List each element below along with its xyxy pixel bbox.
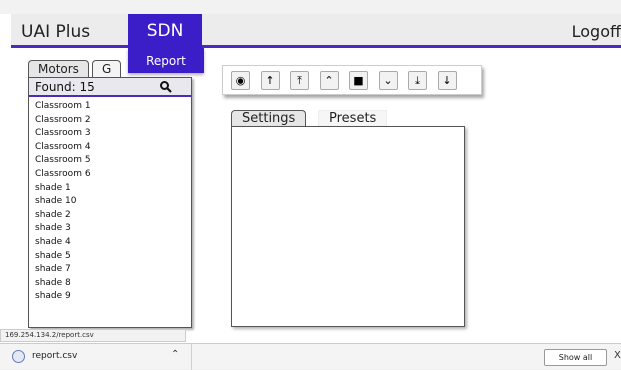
list-item[interactable]: Classroom 5 [35,154,91,168]
list-item[interactable]: shade 3 [35,222,91,236]
list-item[interactable]: Classroom 4 [35,141,91,155]
view-icon: ◉ [235,74,246,87]
stop-button[interactable]: ■ [349,71,368,90]
download-bar: report.csv ⌃ Show all X [0,343,621,370]
motor-items: Classroom 1 Classroom 2 Classroom 3 Classro… [35,100,91,304]
list-item[interactable]: Classroom 1 [35,100,91,114]
close-icon[interactable]: X [614,350,621,361]
arrow-up-top-icon: ⤒ [297,73,302,87]
list-item[interactable]: shade 10 [35,195,91,209]
browser-viewport: UAI Plus SDN Logoff Report Motors G Foun… [0,0,621,370]
arrow-down-icon: ↓ [442,74,452,87]
download-file-name: report.csv [32,351,78,361]
chevron-up-button[interactable]: ⌃ [319,71,339,90]
search-icon[interactable] [159,80,173,94]
arrow-up-top-button[interactable]: ⤒ [290,71,309,90]
motor-control-toolbar: ◉ ↑ ⤒ ⌃ ■ ⌄ ⤓ ↓ [222,65,482,95]
app-title: UAI Plus [21,22,91,42]
found-count-label: Found: 15 [35,80,95,94]
motor-list: Found: 15 Classroom 1 Classroom 2 Classroo… [28,77,192,328]
top-band [0,0,621,14]
tab-presets[interactable]: Presets [318,110,388,127]
divider [191,344,192,370]
tab-groups[interactable]: G [92,60,122,77]
arrow-down-bottom-button[interactable]: ⤓ [408,71,427,90]
chevron-down-icon: ⌄ [383,74,393,87]
list-item[interactable]: shade 9 [35,290,91,304]
menu-sdn[interactable]: SDN [128,14,202,48]
list-item[interactable]: shade 8 [35,277,91,291]
list-item[interactable]: shade 1 [35,182,91,196]
view-button[interactable]: ◉ [231,71,250,90]
chevron-up-icon: ⌃ [324,74,334,87]
list-item[interactable]: Classroom 6 [35,168,91,182]
download-item[interactable]: report.csv ⌃ [8,348,188,366]
arrow-up-button[interactable]: ↑ [260,71,280,90]
tab-motors[interactable]: Motors [28,60,89,77]
menu-item-report[interactable]: Report [128,48,204,73]
list-item[interactable]: Classroom 3 [35,127,91,141]
arrow-down-bottom-icon: ⤓ [415,73,420,87]
list-item[interactable]: shade 7 [35,263,91,277]
list-item[interactable]: Classroom 2 [35,114,91,128]
found-count-header: Found: 15 [29,78,191,97]
stop-icon: ■ [353,74,364,87]
chevron-down-button[interactable]: ⌄ [378,71,398,90]
status-url: 169.254.134.2/report.csv [0,329,186,342]
app-header: UAI Plus SDN Logoff [11,14,621,48]
list-item[interactable]: shade 5 [35,250,91,264]
settings-panel [231,126,465,327]
logoff-link[interactable]: Logoff [572,22,621,41]
tab-settings[interactable]: Settings [231,110,307,127]
chevron-up-icon[interactable]: ⌃ [171,349,179,360]
motor-list-panel: Motors G Found: 15 Classroom 1 Classroom … [28,60,192,328]
arrow-down-button[interactable]: ↓ [437,71,457,90]
list-item[interactable]: shade 2 [35,209,91,223]
arrow-up-icon: ↑ [265,74,275,87]
list-item[interactable]: shade 4 [35,236,91,250]
csv-file-icon [12,350,25,363]
show-all-button[interactable]: Show all [544,349,607,366]
